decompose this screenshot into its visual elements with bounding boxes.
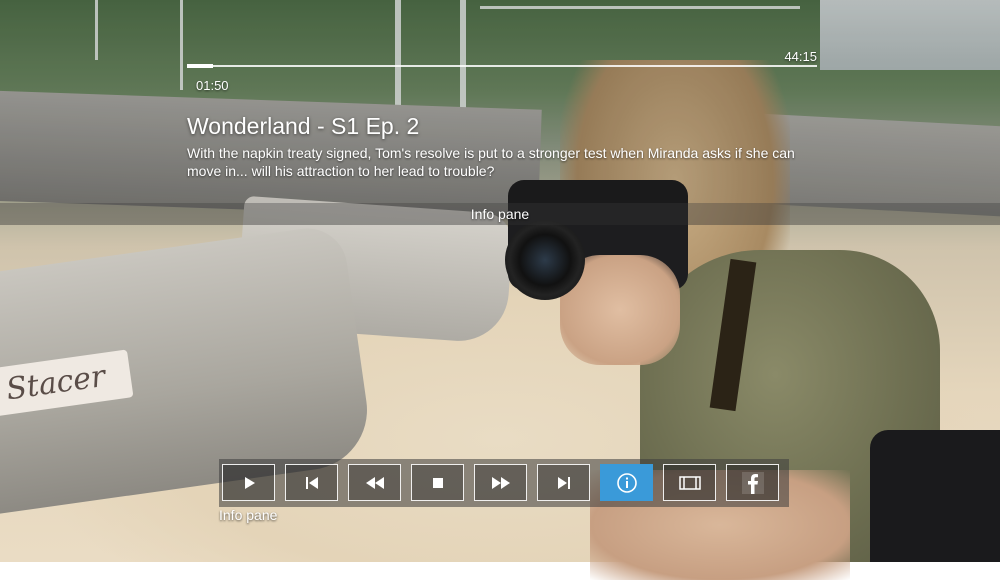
film-icon <box>678 475 701 490</box>
bag <box>870 430 1000 562</box>
rewind-icon <box>365 476 384 489</box>
rewind-button[interactable] <box>348 464 401 501</box>
facebook-icon <box>741 471 764 494</box>
camera-lens <box>505 220 585 300</box>
previous-button[interactable] <box>285 464 338 501</box>
seek-bar[interactable] <box>187 64 817 68</box>
fast-forward-button[interactable] <box>474 464 527 501</box>
film-button[interactable] <box>663 464 716 501</box>
elapsed-time: 01:50 <box>196 78 229 93</box>
skip-previous-icon <box>305 476 318 489</box>
episode-title: Wonderland - S1 Ep. 2 <box>187 113 420 139</box>
seek-bar-progress <box>187 64 213 68</box>
info-button[interactable] <box>600 464 653 501</box>
stop-icon <box>432 477 443 488</box>
episode-description: With the napkin treaty signed, Tom's res… <box>187 145 795 179</box>
facebook-button[interactable] <box>726 464 779 501</box>
stop-button[interactable] <box>411 464 464 501</box>
next-button[interactable] <box>537 464 590 501</box>
boat-brand-logo: Stacer <box>0 349 134 418</box>
total-duration: 44:15 <box>784 49 817 64</box>
transport-controls <box>219 459 789 507</box>
info-pane-label: Info pane <box>470 206 530 222</box>
control-tooltip: Info pane <box>219 507 278 523</box>
play-button[interactable] <box>222 464 275 501</box>
skip-next-icon <box>557 476 570 489</box>
play-icon <box>244 476 255 489</box>
fast-forward-icon <box>491 476 510 489</box>
info-icon <box>616 472 637 493</box>
info-overlay <box>0 0 1000 225</box>
